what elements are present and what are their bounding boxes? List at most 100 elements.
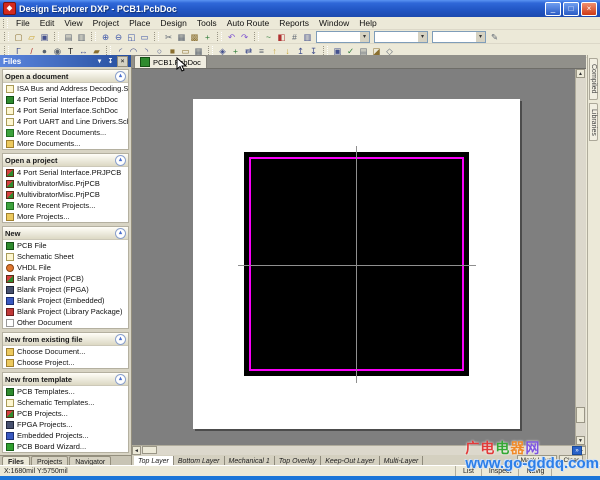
menu-view[interactable]: View: [59, 18, 87, 28]
menu-tools[interactable]: Tools: [192, 18, 222, 28]
files-item-blank-project-fpga[interactable]: Blank Project (FPGA): [3, 284, 128, 295]
files-item-multivibratormisc-prjpcb[interactable]: MultivibratorMisc.PrjPCB: [3, 189, 128, 200]
files-item-4-port-serial-interface-pcbdoc[interactable]: 4 Port Serial Interface.PcbDoc: [3, 94, 128, 105]
files-item-more-documents[interactable]: More Documents...: [3, 138, 128, 149]
fpga-icon: [6, 421, 14, 429]
right-tab-libraries[interactable]: Libraries: [589, 103, 598, 142]
files-item-fpga-projects[interactable]: FPGA Projects...: [3, 419, 128, 430]
files-item-label: Blank Project (Embedded): [17, 296, 105, 305]
files-item-choose-project[interactable]: Choose Project...: [3, 357, 128, 368]
document-area: PCB1.PcbDoc ▲ ▼ ◄ ►: [132, 55, 586, 465]
print-icon[interactable]: ▤: [62, 31, 75, 43]
files-panel-body: Open a document▴ISA Bus and Address Deco…: [0, 67, 131, 455]
scroll-down-icon[interactable]: ▼: [576, 436, 585, 445]
folder-icon: [6, 202, 14, 210]
files-item-schematic-sheet[interactable]: Schematic Sheet: [3, 251, 128, 262]
pcb-canvas[interactable]: ▲ ▼: [132, 69, 586, 445]
zoom-out-icon[interactable]: ⊖: [112, 31, 125, 43]
open-icon[interactable]: ▱: [25, 31, 38, 43]
panel-menu-icon[interactable]: ▾: [95, 57, 104, 66]
new-document-icon[interactable]: ▢: [12, 31, 25, 43]
panel-close-icon[interactable]: ×: [117, 56, 128, 67]
select-move-icon[interactable]: +: [201, 31, 214, 43]
vhdl-icon: [6, 264, 14, 272]
horizontal-scrollbar[interactable]: ◄ ►: [132, 445, 586, 455]
print-preview-icon[interactable]: ▥: [75, 31, 88, 43]
menu-reports[interactable]: Reports: [274, 18, 314, 28]
files-item-pcb-board-wizard[interactable]: PCB Board Wizard...: [3, 441, 128, 452]
files-item-pcb-templates[interactable]: PCB Templates...: [3, 386, 128, 397]
chevron-down-icon[interactable]: ▾: [360, 32, 369, 42]
files-item-other-document[interactable]: Other Document: [3, 317, 128, 328]
horizontal-scroll-thumb[interactable]: [142, 446, 157, 454]
minimize-button[interactable]: _: [545, 2, 561, 16]
toolbar-combo-3[interactable]: ▾: [432, 31, 486, 43]
collapse-chevron-icon[interactable]: ▴: [115, 334, 126, 345]
chevron-down-icon[interactable]: ▾: [418, 32, 427, 42]
panel-pin-icon[interactable]: ↧: [106, 57, 115, 66]
scroll-left-icon[interactable]: ◄: [132, 446, 141, 455]
zoom-in-icon[interactable]: ⊕: [99, 31, 112, 43]
files-item-vhdl-file[interactable]: VHDL File: [3, 262, 128, 273]
menu-file[interactable]: File: [11, 18, 35, 28]
menu-help[interactable]: Help: [354, 18, 381, 28]
close-button[interactable]: ×: [581, 2, 597, 16]
menu-project[interactable]: Project: [88, 18, 124, 28]
toolbar-grip[interactable]: [4, 46, 9, 55]
maximize-button[interactable]: □: [563, 2, 579, 16]
files-item-more-recent-documents[interactable]: More Recent Documents...: [3, 127, 128, 138]
copy-icon[interactable]: ▦: [175, 31, 188, 43]
chevron-down-icon[interactable]: ▾: [476, 32, 485, 42]
menu-window[interactable]: Window: [314, 18, 354, 28]
collapse-chevron-icon[interactable]: ▴: [115, 155, 126, 166]
files-item-more-projects[interactable]: More Projects...: [3, 211, 128, 222]
save-icon[interactable]: ▣: [38, 31, 51, 43]
snap-grid-icon[interactable]: #: [288, 31, 301, 43]
toolbar-grip[interactable]: [4, 32, 9, 41]
collapse-chevron-icon[interactable]: ▴: [115, 71, 126, 82]
collapse-chevron-icon[interactable]: ▴: [115, 228, 126, 239]
files-item-multivibratormisc-prjpcb[interactable]: MultivibratorMisc.PrjPCB: [3, 178, 128, 189]
filter-pencil-icon[interactable]: ✎: [488, 31, 501, 43]
files-item-blank-project-pcb[interactable]: Blank Project (PCB): [3, 273, 128, 284]
collapse-chevron-icon[interactable]: ▴: [115, 374, 126, 385]
files-item-schematic-templates[interactable]: Schematic Templates...: [3, 397, 128, 408]
menu-grip[interactable]: [3, 19, 8, 28]
paste-icon[interactable]: ▩: [188, 31, 201, 43]
files-item-pcb-projects[interactable]: PCB Projects...: [3, 408, 128, 419]
files-item-more-recent-projects[interactable]: More Recent Projects...: [3, 200, 128, 211]
browse-library-icon[interactable]: ▥: [301, 31, 314, 43]
cut-icon[interactable]: ✂: [162, 31, 175, 43]
panel-scroll-button[interactable]: »: [572, 446, 582, 455]
files-item-pcb-file[interactable]: PCB File: [3, 240, 128, 251]
vertical-scroll-thumb[interactable]: [576, 407, 585, 423]
toolbar-combo-1[interactable]: ▾: [316, 31, 370, 43]
menu-edit[interactable]: Edit: [35, 18, 60, 28]
embedded-icon: [6, 297, 14, 305]
files-item-4-port-serial-interface-schdoc[interactable]: 4 Port Serial Interface.SchDoc: [3, 105, 128, 116]
workspace: Files ▾ ↧ × Open a document▴ISA Bus and …: [0, 55, 600, 465]
files-item-4-port-uart-and-line-drivers-schdoc[interactable]: 4 Port UART and Line Drivers.SchDoc: [3, 116, 128, 127]
right-tab-compiled[interactable]: Compiled: [589, 58, 598, 100]
files-item-embedded-projects[interactable]: Embedded Projects...: [3, 430, 128, 441]
place-component-icon[interactable]: ◧: [275, 31, 288, 43]
scroll-up-icon[interactable]: ▲: [576, 69, 585, 78]
project-icon: [6, 275, 14, 283]
zoom-area-icon[interactable]: ◱: [125, 31, 138, 43]
undo-icon[interactable]: ↶: [225, 31, 238, 43]
files-item-choose-document[interactable]: Choose Document...: [3, 346, 128, 357]
document-tab[interactable]: PCB1.PcbDoc: [134, 55, 207, 68]
files-item-label: More Projects...: [17, 212, 70, 221]
redo-icon[interactable]: ↷: [238, 31, 251, 43]
zoom-document-icon[interactable]: ▭: [138, 31, 151, 43]
files-item-4-port-serial-interface-prjpcb[interactable]: 4 Port Serial Interface.PRJPCB: [3, 167, 128, 178]
menu-design[interactable]: Design: [155, 18, 191, 28]
menu-place[interactable]: Place: [124, 18, 155, 28]
vertical-scrollbar[interactable]: ▲ ▼: [575, 69, 586, 445]
interactive-routing-icon[interactable]: ~: [262, 31, 275, 43]
toolbar-combo-2[interactable]: ▾: [374, 31, 428, 43]
menu-auto-route[interactable]: Auto Route: [222, 18, 275, 28]
files-item-isa-bus-and-address-decoding-schdoc[interactable]: ISA Bus and Address Decoding.SchDoc: [3, 83, 128, 94]
files-item-blank-project-embedded[interactable]: Blank Project (Embedded): [3, 295, 128, 306]
files-item-blank-project-library-package[interactable]: Blank Project (Library Package): [3, 306, 128, 317]
